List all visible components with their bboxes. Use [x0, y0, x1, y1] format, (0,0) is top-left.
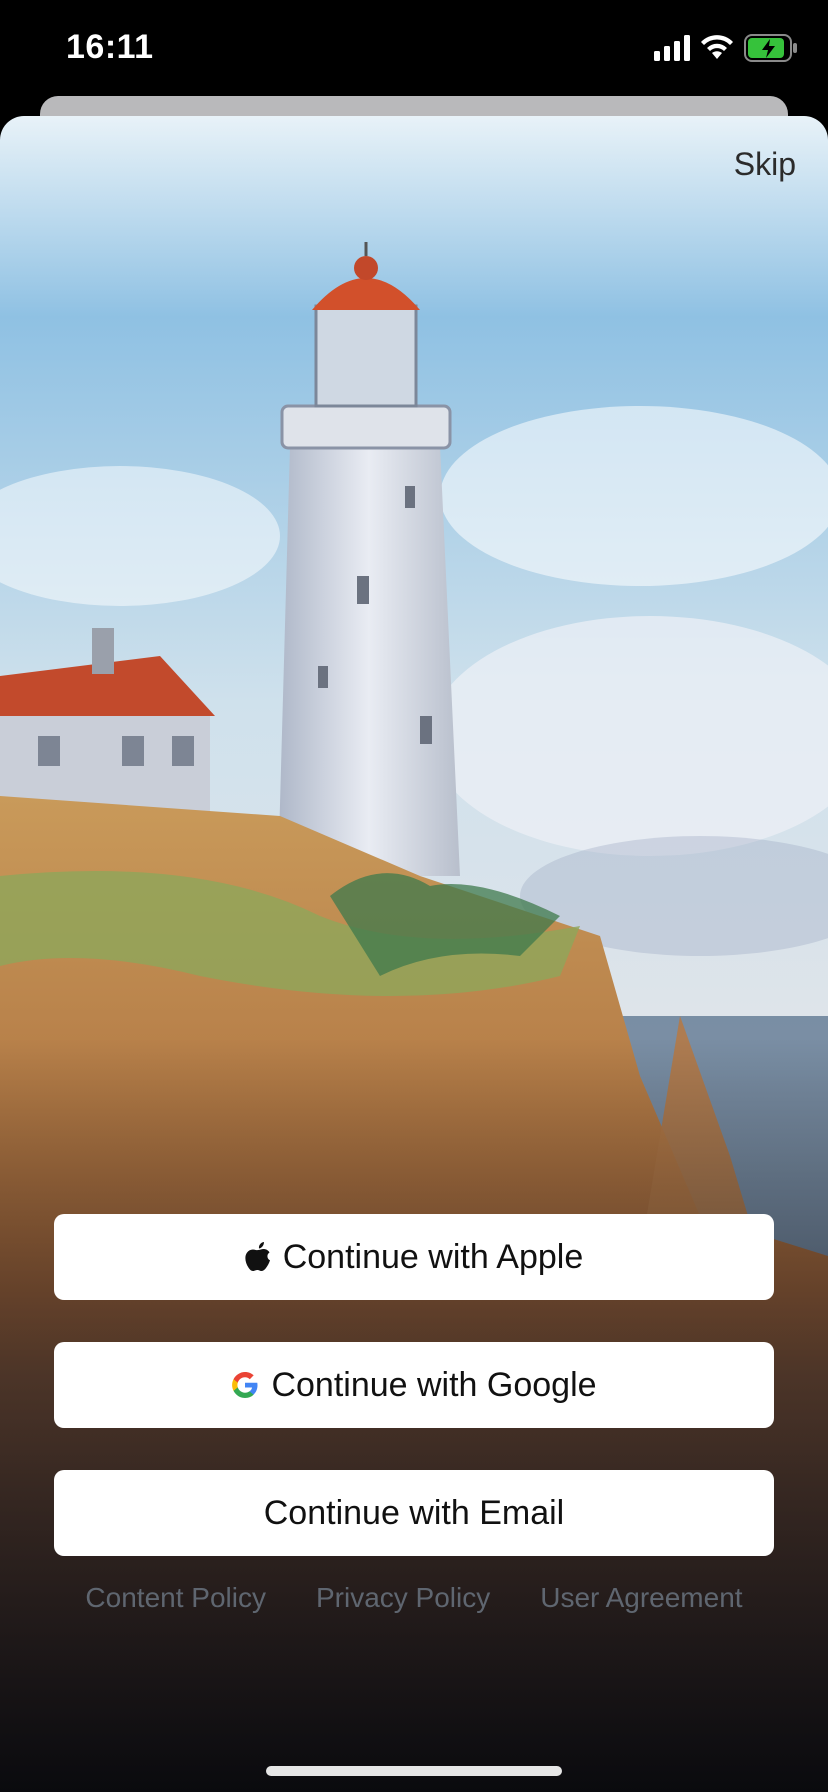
status-icons [654, 34, 798, 67]
continue-with-apple-button[interactable]: Continue with Apple [54, 1214, 774, 1300]
content-policy-link[interactable]: Content Policy [85, 1582, 266, 1614]
continue-with-email-button[interactable]: Continue with Email [54, 1470, 774, 1556]
battery-charging-icon [744, 34, 798, 67]
status-time: 16:11 [66, 28, 154, 66]
home-indicator [266, 1766, 562, 1776]
apple-button-label: Continue with Apple [282, 1237, 584, 1276]
onboarding-sheet: Skip Continue with Apple Continue with G… [0, 116, 828, 1792]
email-button-label: Continue with Email [263, 1493, 565, 1532]
wifi-icon [700, 35, 734, 66]
footer-links: Content Policy Privacy Policy User Agree… [0, 1582, 828, 1614]
google-button-label: Continue with Google [271, 1365, 597, 1404]
status-bar: 16:11 [0, 0, 828, 100]
skip-button[interactable]: Skip [734, 146, 796, 183]
apple-icon [245, 1242, 271, 1272]
user-agreement-link[interactable]: User Agreement [540, 1582, 742, 1614]
privacy-policy-link[interactable]: Privacy Policy [316, 1582, 490, 1614]
continue-with-google-button[interactable]: Continue with Google [54, 1342, 774, 1428]
google-icon [231, 1371, 259, 1399]
cellular-signal-icon [654, 35, 690, 66]
